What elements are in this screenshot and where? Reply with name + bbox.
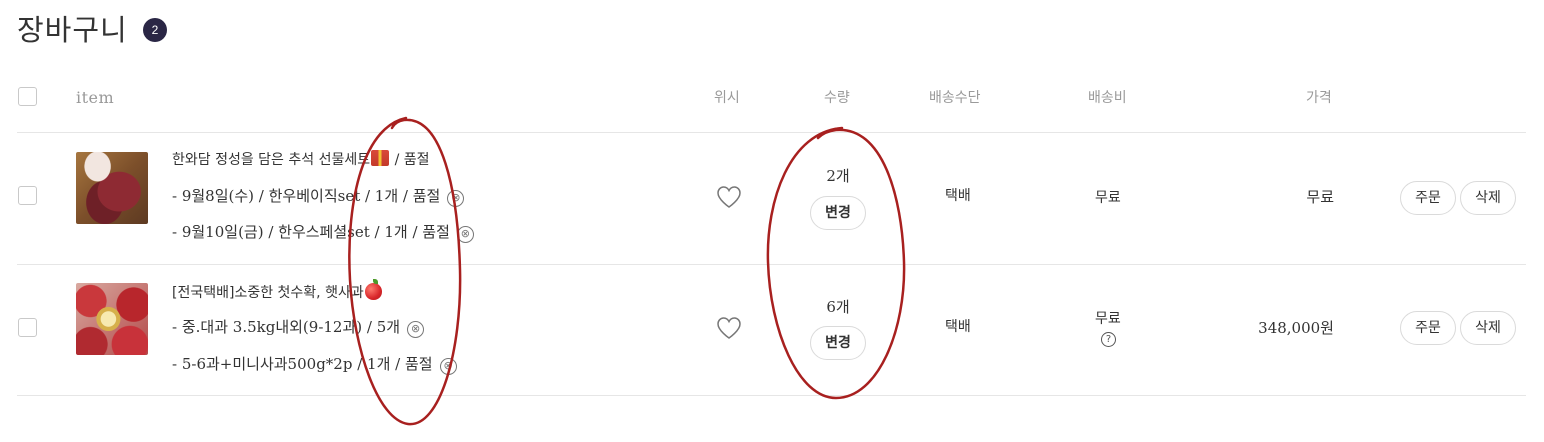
remove-option-icon[interactable]: ⊗ [407, 321, 425, 338]
shipping-fee: 무료 [1095, 311, 1121, 327]
option-line: - 5-6과+미니사과500g*2p / 1개 / 품절 ⊗ [172, 353, 457, 375]
option-text: - 9월10일(금) / 한우스페셜set / 1개 / 품절 [172, 223, 450, 241]
cart-count-badge: 2 [143, 18, 167, 42]
change-quantity-button[interactable]: 변경 [810, 326, 866, 360]
column-header-wish: 위시 [714, 90, 740, 106]
quantity-value: 6개 [826, 298, 850, 316]
column-header-quantity: 수량 [824, 90, 850, 106]
apple-icon [364, 279, 382, 300]
product-name[interactable]: [전국택배]소중한 첫수확, 햇사과 [172, 279, 382, 303]
shipping-method: 택배 [945, 319, 971, 335]
option-text: - 9월8일(수) / 한우베이직set / 1개 / 품절 [172, 187, 441, 205]
delete-button[interactable]: 삭제 [1460, 311, 1516, 345]
shipping-fee: 무료 [1095, 190, 1121, 206]
page-title: 장바구니 [17, 13, 128, 47]
remove-option-icon[interactable]: ⊗ [439, 358, 457, 375]
product-name[interactable]: 한와담 정성을 담은 추석 선물세트 / 품절 [172, 150, 430, 170]
product-name-text: [전국택배]소중한 첫수확, 햇사과 [172, 285, 364, 301]
option-text: - 중.대과 3.5kg내외(9-12과) / 5개 [172, 318, 401, 336]
gift-icon [371, 150, 390, 166]
row-select-checkbox[interactable] [18, 318, 37, 337]
option-line: - 9월8일(수) / 한우베이직set / 1개 / 품절 ⊗ [172, 185, 465, 207]
shipping-fee-help-icon[interactable]: ? [1101, 332, 1116, 347]
delete-button[interactable]: 삭제 [1460, 181, 1516, 215]
option-line: - 중.대과 3.5kg내외(9-12과) / 5개 ⊗ [172, 316, 425, 338]
product-name-text: 한와담 정성을 담은 추석 선물세트 [172, 152, 371, 168]
option-text: - 5-6과+미니사과500g*2p / 1개 / 품절 [172, 355, 433, 373]
column-header-item: item [76, 88, 115, 107]
remove-option-icon[interactable]: ⊗ [447, 190, 465, 207]
header-divider [17, 132, 1526, 133]
item-price: 무료 [1306, 188, 1334, 206]
wishlist-heart-icon[interactable] [716, 185, 742, 209]
order-button[interactable]: 주문 [1400, 311, 1456, 345]
product-status-text: / 품절 [390, 152, 430, 168]
table-bottom-divider [17, 395, 1526, 396]
item-price: 348,000원 [1258, 319, 1334, 337]
quantity-value: 2개 [826, 167, 850, 185]
order-button[interactable]: 주문 [1400, 181, 1456, 215]
row-select-checkbox[interactable] [18, 186, 37, 205]
column-header-price: 가격 [1306, 90, 1332, 106]
product-thumbnail[interactable] [76, 152, 148, 224]
column-header-shipping-method: 배송수단 [929, 90, 981, 106]
select-all-checkbox[interactable] [18, 87, 37, 106]
column-header-shipping-fee: 배송비 [1088, 90, 1127, 106]
option-line: - 9월10일(금) / 한우스페셜set / 1개 / 품절 ⊗ [172, 221, 474, 243]
wishlist-heart-icon[interactable] [716, 316, 742, 340]
row-divider [17, 264, 1526, 265]
remove-option-icon[interactable]: ⊗ [456, 226, 474, 243]
change-quantity-button[interactable]: 변경 [810, 196, 866, 230]
shipping-method: 택배 [945, 188, 971, 204]
product-thumbnail[interactable] [76, 283, 148, 355]
